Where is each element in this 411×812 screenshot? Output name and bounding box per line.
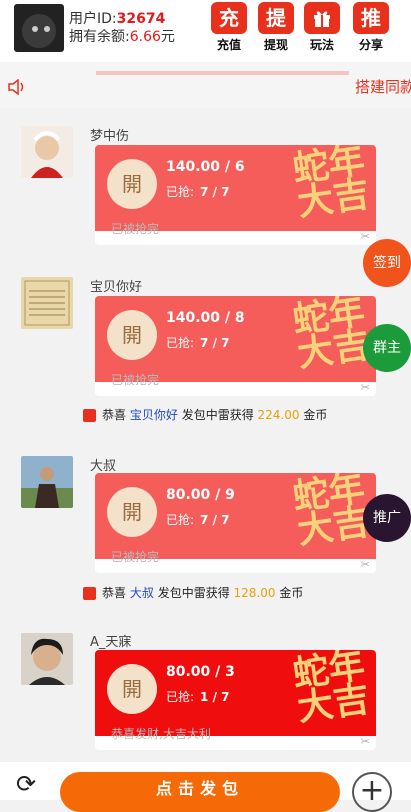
withdraw-icon: 提 <box>258 2 294 34</box>
open-coin[interactable]: 開 <box>107 159 157 209</box>
sender-name: 大叔 <box>90 459 117 474</box>
recharge-icon: 充 <box>211 2 247 34</box>
grabbed-count: 7 / 7 <box>200 185 230 199</box>
win-unit: 金币 <box>303 408 328 422</box>
packet-grabbed: 已抢: 1 / 7 <box>166 688 229 705</box>
sender-name: 宝贝你好 <box>90 280 143 295</box>
packet-corner-icon: ✂ <box>360 735 370 748</box>
snake-year-decoration: 蛇年大吉 <box>290 650 372 730</box>
share-button[interactable]: 推 分享 <box>351 2 391 53</box>
red-packet[interactable]: 開 80.00 / 9 已抢: 7 / 7 蛇年大吉 已被抢完 ✂ <box>95 473 376 573</box>
promote-button[interactable]: 推广 <box>363 494 411 542</box>
sender-name: A_天寐 <box>90 635 132 650</box>
cat-eye-left <box>32 26 38 32</box>
packet-corner-icon: ✂ <box>360 230 370 243</box>
balance-label: 拥有余额: <box>69 29 130 45</box>
bottom-bar: ⟳ 点击发包 + <box>0 762 411 812</box>
win-notice: 恭喜 宝贝你好 发包中雷获得 224.00 金币 <box>83 406 327 423</box>
avatar-atianmei[interactable] <box>21 633 73 685</box>
share-label: 分享 <box>358 38 383 52</box>
grabbed-label: 已抢: <box>166 185 195 199</box>
win-mid: 发包中雷获得 <box>157 586 230 600</box>
red-envelope-icon <box>83 409 96 422</box>
packet-grabbed: 已抢: 7 / 7 <box>166 183 229 200</box>
avatar-dashu[interactable] <box>21 456 73 508</box>
rules-button[interactable]: 玩法 <box>302 2 342 53</box>
open-coin[interactable]: 開 <box>107 310 157 360</box>
packet-corner-icon: ✂ <box>360 558 370 571</box>
my-avatar[interactable] <box>14 4 64 52</box>
packet-amount: 80.00 / 3 <box>166 664 235 680</box>
balance-unit: 元 <box>160 29 175 45</box>
win-mid: 发包中雷获得 <box>181 408 254 422</box>
grabbed-label: 已抢: <box>166 690 195 704</box>
send-packet-button[interactable]: 点击发包 <box>60 772 340 812</box>
packet-grabbed: 已抢: 7 / 7 <box>166 334 229 351</box>
packet-amount: 140.00 / 6 <box>166 159 245 175</box>
win-amount: 128.00 <box>233 586 276 600</box>
red-packet[interactable]: 開 80.00 / 3 已抢: 1 / 7 蛇年大吉 恭喜发财,大吉大利 ✂ <box>95 650 376 750</box>
cat-eye-right <box>44 26 50 32</box>
win-user[interactable]: 大叔 <box>130 586 154 600</box>
user-id-line: 用户ID:32674 <box>69 8 165 28</box>
balance-line: 拥有余额:6.66元 <box>69 26 175 46</box>
win-prefix: 恭喜 <box>102 586 127 600</box>
win-amount: 224.00 <box>257 408 300 422</box>
grabbed-count: 7 / 7 <box>200 513 230 527</box>
win-user[interactable]: 宝贝你好 <box>130 408 178 422</box>
win-notice: 恭喜 大叔 发包中雷获得 128.00 金币 <box>83 584 303 601</box>
refresh-icon[interactable]: ⟳ <box>16 770 36 798</box>
open-coin[interactable]: 開 <box>107 487 157 537</box>
avatar-mengzhongshang[interactable] <box>21 126 73 178</box>
withdraw-label: 提现 <box>263 38 288 52</box>
open-coin[interactable]: 開 <box>107 664 157 714</box>
packet-status: 已被抢完 <box>111 222 160 236</box>
avatar-baobeinihao[interactable] <box>21 277 73 329</box>
user-id-label: 用户ID: <box>69 11 117 27</box>
grabbed-label: 已抢: <box>166 513 195 527</box>
gift-icon <box>304 2 340 34</box>
balance-value: 6.66 <box>129 29 161 45</box>
snake-year-decoration: 蛇年大吉 <box>290 145 372 225</box>
packet-status: 已被抢完 <box>111 373 160 387</box>
speaker-icon <box>8 79 24 95</box>
recharge-button[interactable]: 充 充值 <box>209 2 249 53</box>
win-prefix: 恭喜 <box>102 408 127 422</box>
red-packet[interactable]: 開 140.00 / 8 已抢: 7 / 7 蛇年大吉 已被抢完 ✂ <box>95 296 376 396</box>
cat-avatar-image <box>22 14 56 48</box>
rules-label: 玩法 <box>309 38 334 52</box>
plus-icon[interactable]: + <box>352 772 392 812</box>
sender-name: 梦中伤 <box>90 129 130 144</box>
grabbed-label: 已抢: <box>166 336 195 350</box>
win-unit: 金币 <box>279 586 304 600</box>
packet-amount: 140.00 / 8 <box>166 310 245 326</box>
red-envelope-icon <box>83 587 96 600</box>
packet-corner-icon: ✂ <box>360 381 370 394</box>
packet-status: 恭喜发财,大吉大利 <box>111 727 211 741</box>
user-id-value: 32674 <box>116 11 166 27</box>
packet-amount: 80.00 / 9 <box>166 487 235 503</box>
group-owner-button[interactable]: 群主 <box>363 324 411 372</box>
withdraw-button[interactable]: 提 提现 <box>256 2 296 53</box>
checkin-button[interactable]: 签到 <box>363 239 411 287</box>
red-packet[interactable]: 開 140.00 / 6 已抢: 7 / 7 蛇年大吉 已被抢完 ✂ <box>95 145 376 245</box>
share-icon: 推 <box>353 2 389 34</box>
grabbed-count: 7 / 7 <box>200 336 230 350</box>
grabbed-count: 1 / 7 <box>200 690 230 704</box>
recharge-label: 充值 <box>216 38 241 52</box>
notice-divider <box>96 71 349 75</box>
top-header: 用户ID:32674 拥有余额:6.66元 充 充值 提 提现 玩法 推 分享 <box>0 0 411 62</box>
packet-status: 已被抢完 <box>111 550 160 564</box>
notice-text[interactable]: 搭建同款 <box>355 76 411 97</box>
notice-bar: 搭建同款 <box>0 62 411 108</box>
packet-grabbed: 已抢: 7 / 7 <box>166 511 229 528</box>
snake-year-decoration: 蛇年大吉 <box>290 296 372 376</box>
